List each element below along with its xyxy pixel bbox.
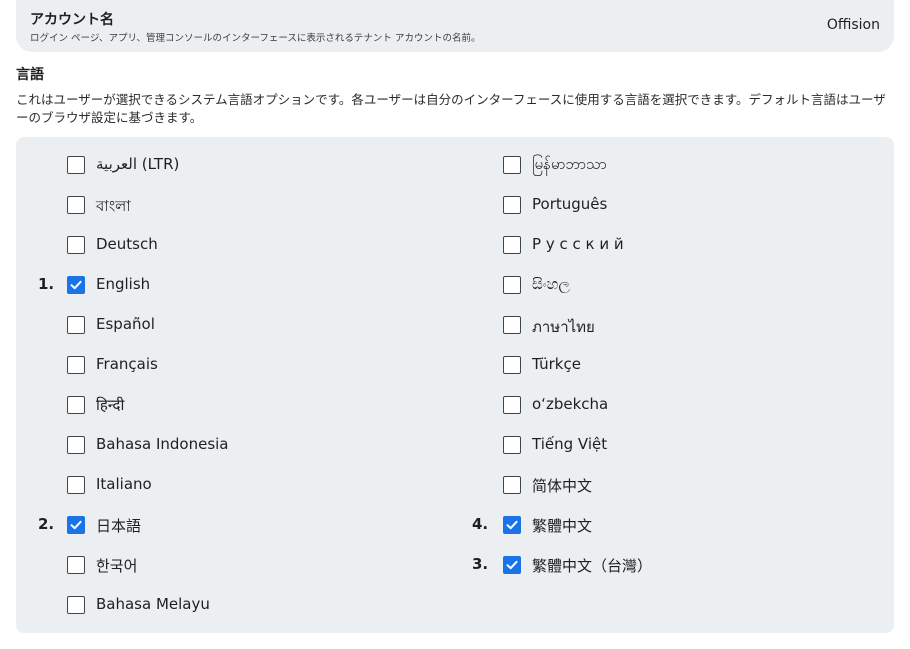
checkmark-icon <box>70 280 82 290</box>
language-checkbox[interactable] <box>67 276 85 294</box>
language-checkbox[interactable] <box>503 156 521 174</box>
language-option-label: Italiano <box>96 475 152 493</box>
language-option[interactable]: 한국어 <box>16 545 436 585</box>
language-option-label: Español <box>96 315 155 333</box>
language-option[interactable]: 1. English <box>16 265 436 305</box>
language-section-description: これはユーザーが選択できるシステム言語オプションです。各ユーザーは自分のインター… <box>16 92 886 125</box>
language-checkbox[interactable] <box>67 156 85 174</box>
language-option-label: Deutsch <box>96 235 158 253</box>
language-checkbox[interactable] <box>67 196 85 214</box>
language-option[interactable]: Português <box>452 185 872 225</box>
language-option-label: العربية (LTR) <box>96 155 180 173</box>
language-option[interactable]: မြန်မာဘာသာ <box>452 145 872 185</box>
language-checkbox[interactable] <box>67 476 85 494</box>
language-checkbox[interactable] <box>67 236 85 254</box>
language-option-label: Р у с с к и й <box>532 235 624 253</box>
language-option[interactable]: Tiếng Việt <box>452 425 872 465</box>
language-option[interactable]: Español <box>16 305 436 345</box>
language-checkbox[interactable] <box>67 516 85 534</box>
language-option[interactable]: 3. 繁體中文（台灣） <box>452 545 872 585</box>
account-name-description: ログイン ページ、アプリ、管理コンソールのインターフェースに表示されるテナント … <box>30 33 481 44</box>
language-checkbox[interactable] <box>503 356 521 374</box>
language-option-label: Türkçe <box>532 355 581 373</box>
language-checkbox[interactable] <box>67 596 85 614</box>
language-option[interactable]: Türkçe <box>452 345 872 385</box>
language-option-label: हिन्दी <box>96 396 125 414</box>
language-option[interactable]: हिन्दी <box>16 385 436 425</box>
language-option-label: Bahasa Melayu <box>96 595 210 613</box>
language-checkbox[interactable] <box>67 436 85 454</box>
language-option-label: English <box>96 275 151 293</box>
language-option-label: 日本語 <box>96 517 142 535</box>
checkmark-icon <box>70 520 82 530</box>
language-checkbox[interactable] <box>503 236 521 254</box>
language-checkbox[interactable] <box>67 316 85 334</box>
language-options-panel: العربية (LTR) বাংলা Deutsch 1. English Españo… <box>16 137 894 633</box>
language-options-right-column: မြန်မာဘာသာ Português Р у с с к и й සිංහල ภาษ… <box>452 145 872 585</box>
language-option[interactable]: 2. 日本語 <box>16 505 436 545</box>
language-option[interactable]: Р у с с к и й <box>452 225 872 265</box>
language-checkbox[interactable] <box>503 556 521 574</box>
account-name-card: アカウント名 ログイン ページ、アプリ、管理コンソールのインターフェースに表示さ… <box>16 0 894 52</box>
language-checkbox[interactable] <box>67 556 85 574</box>
language-option-label: 한국어 <box>96 557 138 575</box>
language-option-label: Bahasa Indonesia <box>96 435 229 453</box>
language-checkbox[interactable] <box>67 396 85 414</box>
language-checkbox[interactable] <box>503 396 521 414</box>
selection-order-number: 2. <box>38 515 55 533</box>
checkmark-icon <box>506 560 518 570</box>
language-option[interactable]: ภาษาไทย <box>452 305 872 345</box>
checkmark-icon <box>506 520 518 530</box>
language-option[interactable]: العربية (LTR) <box>16 145 436 185</box>
account-name-title: アカウント名 <box>30 12 114 28</box>
account-name-value: Offision <box>826 17 880 33</box>
selection-order-number: 3. <box>472 555 489 573</box>
language-option[interactable]: Deutsch <box>16 225 436 265</box>
language-option[interactable]: Bahasa Melayu <box>16 585 436 625</box>
language-checkbox[interactable] <box>503 196 521 214</box>
language-option-label: বাংলা <box>96 197 131 215</box>
language-options-left-column: العربية (LTR) বাংলা Deutsch 1. English Españo… <box>16 145 436 625</box>
selection-order-number: 4. <box>472 515 489 533</box>
language-checkbox[interactable] <box>503 276 521 294</box>
language-checkbox[interactable] <box>67 356 85 374</box>
language-option-label: 繁體中文 <box>532 517 593 535</box>
selection-order-number: 1. <box>38 275 55 293</box>
language-option-label: ภาษาไทย <box>532 318 595 336</box>
language-option[interactable]: සිංහල <box>452 265 872 305</box>
language-option[interactable]: Français <box>16 345 436 385</box>
language-option-label: Français <box>96 355 158 373</box>
language-option-label: සිංහල <box>532 275 570 293</box>
language-checkbox[interactable] <box>503 516 521 534</box>
language-section-heading: 言語 <box>16 67 44 83</box>
language-option[interactable]: বাংলা <box>16 185 436 225</box>
language-option-label: Português <box>532 195 608 213</box>
language-option-label: 简体中文 <box>532 477 593 495</box>
language-option[interactable]: o‘zbekcha <box>452 385 872 425</box>
language-option-label: o‘zbekcha <box>532 395 609 413</box>
language-checkbox[interactable] <box>503 476 521 494</box>
language-option-label: မြန်မာဘာသာ <box>532 155 607 173</box>
language-checkbox[interactable] <box>503 316 521 334</box>
language-option-label: Tiếng Việt <box>532 435 608 453</box>
language-option[interactable]: 4. 繁體中文 <box>452 505 872 545</box>
language-option[interactable]: Bahasa Indonesia <box>16 425 436 465</box>
language-option-label: 繁體中文（台灣） <box>532 557 653 575</box>
language-option[interactable]: 简体中文 <box>452 465 872 505</box>
language-option[interactable]: Italiano <box>16 465 436 505</box>
language-checkbox[interactable] <box>503 436 521 454</box>
